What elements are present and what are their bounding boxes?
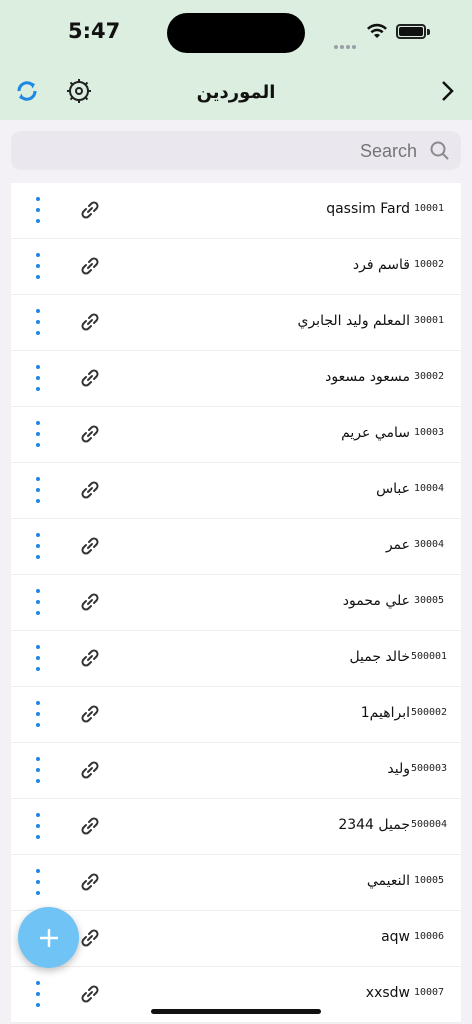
more-vert-icon[interactable] xyxy=(33,813,43,839)
supplier-row[interactable]: علي محمود 30005 xyxy=(11,575,461,631)
supplier-code: 30004 xyxy=(413,539,445,550)
more-vert-icon[interactable] xyxy=(33,589,43,615)
link-icon[interactable] xyxy=(77,253,103,279)
link-icon[interactable] xyxy=(77,645,103,671)
back-button[interactable] xyxy=(432,76,462,106)
more-vert-icon[interactable] xyxy=(33,757,43,783)
supplier-name: qassim Fard xyxy=(326,201,410,217)
supplier-code: 10006 xyxy=(413,931,445,942)
status-time: 5:47 xyxy=(68,19,121,43)
link-icon[interactable] xyxy=(77,589,103,615)
supplier-row[interactable]: خالد جميل 500001 xyxy=(11,631,461,687)
supplier-row[interactable]: قاسم فرد 10002 xyxy=(11,239,461,295)
link-icon[interactable] xyxy=(77,925,103,951)
signal-dots-icon xyxy=(334,34,358,49)
supplier-code: 500003 xyxy=(410,763,448,774)
supplier-code: 10004 xyxy=(413,483,445,494)
supplier-row[interactable]: جميل 2344 500004 xyxy=(11,799,461,855)
battery-icon xyxy=(396,24,426,39)
supplier-row[interactable]: سامي عريم 10003 xyxy=(11,407,461,463)
more-vert-icon[interactable] xyxy=(33,421,43,447)
more-vert-icon[interactable] xyxy=(33,365,43,391)
supplier-row[interactable]: ابراهيم1 500002 xyxy=(11,687,461,743)
page-title: الموردين xyxy=(196,82,276,103)
more-vert-icon[interactable] xyxy=(33,869,43,895)
link-icon[interactable] xyxy=(77,421,103,447)
link-icon[interactable] xyxy=(77,365,103,391)
search-icon xyxy=(430,141,449,160)
more-vert-icon[interactable] xyxy=(33,981,43,1007)
supplier-code: 10003 xyxy=(413,427,445,438)
supplier-code: 10007 xyxy=(413,987,445,998)
more-vert-icon[interactable] xyxy=(33,477,43,503)
link-icon[interactable] xyxy=(77,477,103,503)
home-indicator xyxy=(151,1009,321,1014)
supplier-row[interactable]: وليد 500003 xyxy=(11,743,461,799)
link-icon[interactable] xyxy=(77,981,103,1007)
supplier-name: مسعود مسعود xyxy=(325,369,410,385)
supplier-row[interactable]: المعلم وليد الجابري 30001 xyxy=(11,295,461,351)
link-icon[interactable] xyxy=(77,757,103,783)
supplier-list: qassim Fard 10001 قاسم فرد 10002 المعلم وليد… xyxy=(11,183,461,1023)
more-vert-icon[interactable] xyxy=(33,197,43,223)
link-icon[interactable] xyxy=(77,701,103,727)
link-icon[interactable] xyxy=(77,813,103,839)
supplier-row[interactable]: عباس 10004 xyxy=(11,463,461,519)
supplier-code: 500004 xyxy=(410,819,448,830)
supplier-name: المعلم وليد الجابري xyxy=(297,313,411,329)
app-bar: الموردين xyxy=(0,64,472,120)
chevron-right-icon xyxy=(442,81,454,101)
supplier-code: 10001 xyxy=(413,203,445,214)
supplier-row[interactable]: qassim Fard 10001 xyxy=(11,183,461,239)
more-vert-icon[interactable] xyxy=(33,533,43,559)
dynamic-island xyxy=(167,13,305,53)
status-bar: 5:47 xyxy=(0,0,472,64)
supplier-row[interactable]: عمر 30004 xyxy=(11,519,461,575)
link-icon[interactable] xyxy=(77,309,103,335)
more-vert-icon[interactable] xyxy=(33,309,43,335)
supplier-row[interactable]: مسعود مسعود 30002 xyxy=(11,351,461,407)
wifi-icon xyxy=(367,23,387,38)
supplier-code: 30002 xyxy=(413,371,445,382)
more-vert-icon[interactable] xyxy=(33,645,43,671)
link-icon[interactable] xyxy=(77,533,103,559)
more-vert-icon[interactable] xyxy=(33,253,43,279)
link-icon[interactable] xyxy=(77,197,103,223)
link-icon[interactable] xyxy=(77,869,103,895)
supplier-code: 500001 xyxy=(410,651,448,662)
add-supplier-button[interactable] xyxy=(18,907,79,968)
supplier-row[interactable]: xxsdw 10007 xyxy=(11,967,461,1023)
supplier-code: 10002 xyxy=(413,259,445,270)
supplier-code: 10005 xyxy=(413,875,445,886)
supplier-row[interactable]: النعيمي 10005 xyxy=(11,855,461,911)
more-vert-icon[interactable] xyxy=(33,701,43,727)
supplier-code: 500002 xyxy=(410,707,448,718)
search-input[interactable] xyxy=(55,131,419,172)
search-bar[interactable] xyxy=(11,131,461,172)
supplier-code: 30001 xyxy=(413,315,445,326)
supplier-code: 30005 xyxy=(413,595,445,606)
plus-icon xyxy=(39,928,58,947)
